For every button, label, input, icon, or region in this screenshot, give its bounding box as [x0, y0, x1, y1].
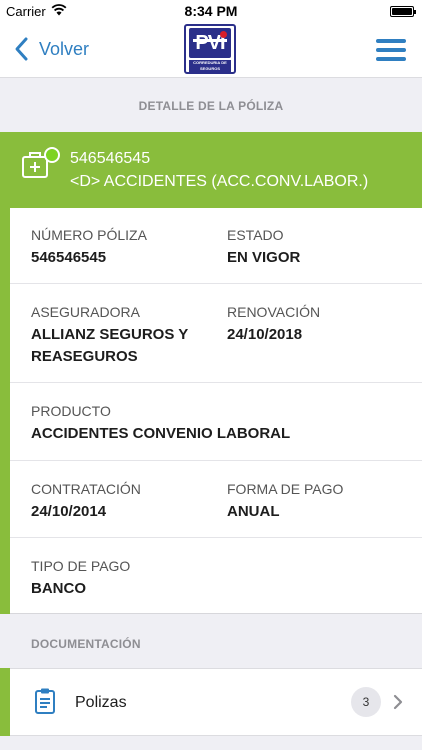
field-label: PRODUCTO — [31, 403, 111, 419]
logo-band: CORREDURIA DE SEGUROS — [189, 60, 231, 72]
field-label: FORMA DE PAGO — [227, 481, 344, 497]
document-count-badge: 3 — [351, 687, 381, 717]
clock: 8:34 PM — [184, 3, 238, 19]
details-accent-bar — [0, 208, 10, 614]
field-numero-poliza: NÚMERO PÓLIZA 546546545 — [31, 226, 221, 269]
field-value: EN VIGOR — [227, 249, 301, 266]
field-label: RENOVACIÓN — [227, 304, 321, 320]
chevron-left-icon — [15, 37, 28, 61]
field-renovacion: RENOVACIÓN 24/10/2018 — [227, 303, 417, 346]
section-title-documentacion: DOCUMENTACIÓN — [31, 637, 141, 651]
logo-mark: PVI — [189, 28, 231, 58]
policy-header: 546546545 <D> ACCIDENTES (ACC.CONV.LABOR… — [0, 132, 422, 208]
back-label: Volver — [39, 38, 90, 59]
doc-accent-bar — [0, 668, 10, 736]
field-value: 24/10/2018 — [227, 326, 303, 343]
policy-name: <D> ACCIDENTES (ACC.CONV.LABOR.) — [70, 173, 369, 190]
field-value: ANUAL — [227, 503, 280, 520]
clipboard-icon — [35, 688, 55, 714]
field-label: TIPO DE PAGO — [31, 558, 131, 574]
field-producto: PRODUCTO ACCIDENTES CONVENIO LABORAL — [31, 402, 411, 445]
field-value: BANCO — [31, 580, 86, 597]
menu-button[interactable] — [376, 39, 406, 61]
field-forma-pago: FORMA DE PAGO ANUAL — [227, 480, 417, 523]
field-tipo-pago: TIPO DE PAGO BANCO — [31, 557, 221, 600]
battery-icon — [390, 6, 416, 17]
details-row: ASEGURADORA ALLIANZ SEGUROS Y REASEGUROS… — [10, 284, 422, 383]
hamburger-icon — [376, 39, 406, 43]
field-label: ASEGURADORA — [31, 304, 140, 320]
details-row: TIPO DE PAGO BANCO — [10, 538, 422, 614]
document-row-polizas[interactable]: Polizas 3 — [10, 668, 422, 736]
details-row: PRODUCTO ACCIDENTES CONVENIO LABORAL — [10, 383, 422, 461]
field-estado: ESTADO EN VIGOR — [227, 226, 417, 269]
field-value: 24/10/2014 — [31, 503, 107, 520]
field-value: ALLIANZ SEGUROS Y REASEGUROS — [31, 326, 188, 365]
field-label: NÚMERO PÓLIZA — [31, 227, 147, 243]
field-value: ACCIDENTES CONVENIO LABORAL — [31, 425, 291, 442]
section-title-detalle: DETALLE DE LA PÓLIZA — [138, 99, 284, 113]
details-row: CONTRATACIÓN 24/10/2014 FORMA DE PAGO AN… — [10, 461, 422, 538]
back-button[interactable]: Volver — [12, 36, 89, 62]
field-label: ESTADO — [227, 227, 284, 243]
field-value: 546546545 — [31, 249, 107, 266]
field-label: CONTRATACIÓN — [31, 481, 141, 497]
field-aseguradora: ASEGURADORA ALLIANZ SEGUROS Y REASEGUROS — [31, 303, 221, 368]
details-row: NÚMERO PÓLIZA 546546545 ESTADO EN VIGOR — [10, 208, 422, 284]
nav-bar: Volver PVI CORREDURIA DE SEGUROS — [0, 22, 422, 78]
document-label: Polizas — [75, 694, 127, 711]
brand-logo: PVI CORREDURIA DE SEGUROS — [184, 24, 236, 74]
status-bar: Carrier 8:34 PM — [0, 0, 422, 22]
chevron-right-icon — [393, 694, 403, 710]
field-contratacion: CONTRATACIÓN 24/10/2014 — [31, 480, 221, 523]
policy-number: 546546545 — [70, 150, 151, 167]
first-aid-kit-icon — [22, 147, 60, 178]
